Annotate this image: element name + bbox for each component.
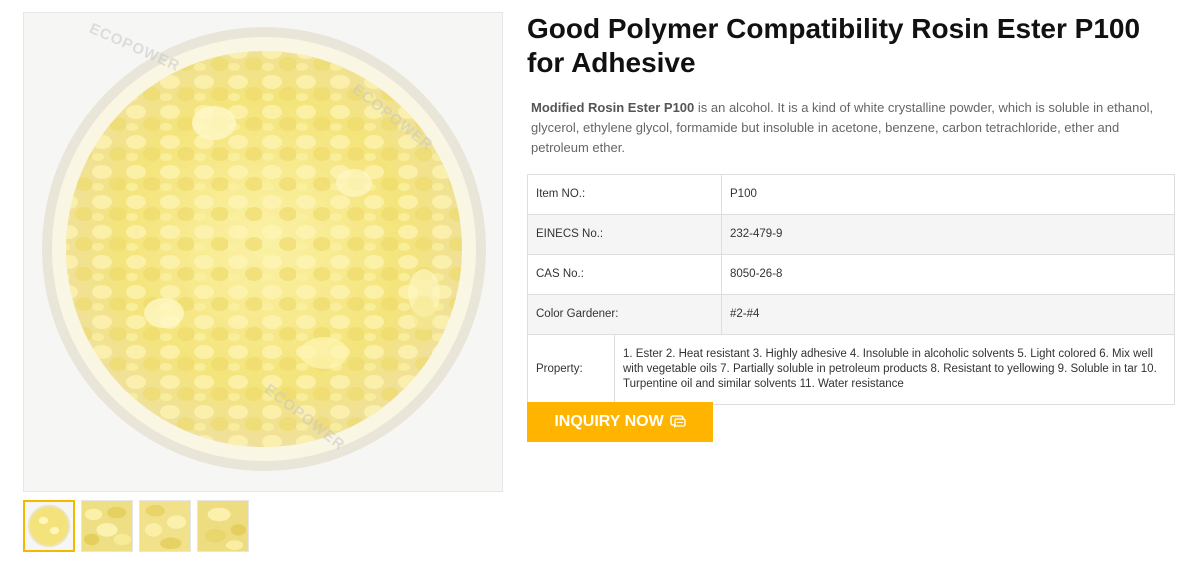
spec-row-einecs: EINECS No.: 232-479-9 (527, 214, 1175, 255)
product-title: Good Polymer Compatibility Rosin Ester P… (527, 13, 1141, 78)
spec-value: 232-479-9 (721, 214, 1175, 255)
spec-row-color: Color Gardener: #2-#4 (527, 294, 1175, 335)
thumbnail-3[interactable] (139, 500, 191, 552)
spec-value: P100 (721, 174, 1175, 215)
main-product-image[interactable]: ECOPOWER ECOPOWER ECOPOWER (23, 12, 503, 492)
spec-label: EINECS No.: (527, 214, 722, 255)
spec-label: Color Gardener: (527, 294, 722, 335)
property-table: Property: 1. Ester 2. Heat resistant 3. … (527, 334, 1175, 405)
product-description: Modified Rosin Ester P100 is an alcohol.… (531, 98, 1175, 158)
chat-icon (669, 415, 686, 428)
thumbnail-2[interactable] (81, 500, 133, 552)
flakes-thumbnail-icon (140, 501, 190, 551)
flakes-thumbnail-icon (82, 501, 132, 551)
resin-bowl-image (24, 13, 502, 491)
thumbnail-strip (23, 500, 249, 552)
spec-label: Property: (527, 334, 615, 405)
description-lead: Modified Rosin Ester P100 (531, 100, 695, 115)
thumbnail-1[interactable] (23, 500, 75, 552)
spec-value: 8050-26-8 (721, 254, 1175, 295)
inquiry-label: INQUIRY NOW (554, 413, 664, 430)
spec-label: CAS No.: (527, 254, 722, 295)
spec-row-item-no: Item NO.: P100 (527, 174, 1175, 215)
inquiry-now-button[interactable]: INQUIRY NOW (527, 402, 713, 442)
spec-label: Item NO.: (527, 174, 722, 215)
spec-row-cas: CAS No.: 8050-26-8 (527, 254, 1175, 295)
flakes-thumbnail-icon (198, 501, 248, 551)
spec-value: 1. Ester 2. Heat resistant 3. Highly adh… (614, 334, 1175, 405)
spec-table: Item NO.: P100 EINECS No.: 232-479-9 CAS… (527, 174, 1175, 335)
bowl-thumbnail-icon (25, 502, 73, 550)
spec-row-property: Property: 1. Ester 2. Heat resistant 3. … (527, 334, 1175, 405)
thumbnail-4[interactable] (197, 500, 249, 552)
product-info: Good Polymer Compatibility Rosin Ester P… (527, 12, 1175, 442)
spec-value: #2-#4 (721, 294, 1175, 335)
